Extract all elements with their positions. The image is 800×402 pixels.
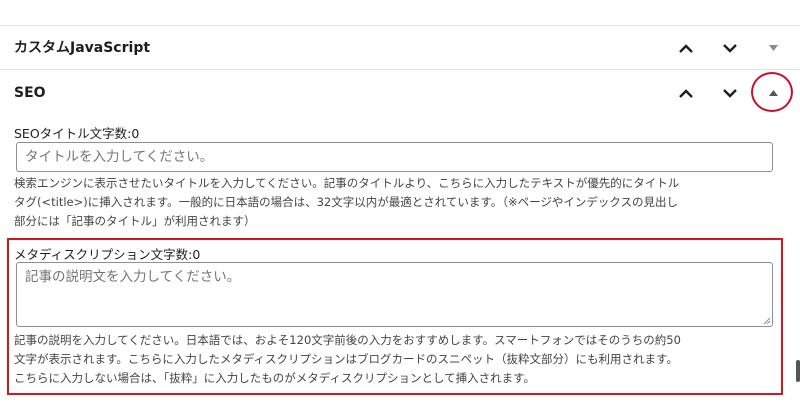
help-line: こちらに入力しない場合は、「抜粋」に入力したものがメタディスクリプションとして挿… — [14, 371, 535, 385]
panel-title-seo: SEO — [14, 85, 46, 101]
help-line: 記事の説明を入力してください。日本語では、およそ120文字前後の入力をおすすめし… — [14, 333, 681, 347]
meta-description-placeholder: 記事の説明文を入力してください。 — [25, 269, 241, 285]
seo-title-label: SEOタイトル文字数:0 — [14, 126, 140, 141]
chevron-down-icon — [723, 43, 737, 53]
move-down-button[interactable] — [715, 71, 745, 115]
chevron-down-icon — [723, 88, 737, 98]
move-up-button[interactable] — [671, 71, 701, 115]
panel-header-custom-javascript[interactable]: カスタムJavaScript — [0, 26, 800, 70]
meta-description-textarea[interactable]: 記事の説明文を入力してください。 — [16, 262, 773, 327]
resize-grip-icon[interactable] — [763, 317, 771, 325]
annotation-circle — [751, 72, 793, 112]
help-line: タグ(<title>)に挿入されます。一般的に日本語の場合は、32文字以内が最適… — [14, 195, 679, 209]
move-down-button[interactable] — [715, 26, 745, 70]
panel-title-custom-javascript: カスタムJavaScript — [14, 40, 151, 56]
panel-header-seo[interactable]: SEO — [0, 71, 800, 115]
move-up-button[interactable] — [671, 26, 701, 70]
post-editor-panels: カスタムJavaScript SEO SEOタイトル文字数:0 タイトルを入力し… — [0, 0, 800, 402]
meta-description-label: メタディスクリプション文字数:0 — [14, 247, 201, 262]
triangle-down-icon — [768, 45, 778, 51]
meta-description-help: 記事の説明を入力してください。日本語では、およそ120文字前後の入力をおすすめし… — [14, 331, 681, 388]
help-line: 検索エンジンに表示させたいタイトルを入力してください。記事のタイトルより、こちら… — [14, 176, 680, 190]
chevron-up-icon — [679, 88, 693, 98]
panel-toggle-button[interactable] — [758, 26, 788, 70]
scrollbar-thumb[interactable] — [796, 360, 800, 382]
previous-panel-edge — [0, 0, 800, 26]
seo-title-input[interactable]: タイトルを入力してください。 — [16, 142, 773, 172]
help-line: 文字が表示されます。こちらに入力したメタディスクリプションはブログカードのスニペ… — [14, 352, 678, 366]
seo-title-help: 検索エンジンに表示させたいタイトルを入力してください。記事のタイトルより、こちら… — [14, 174, 679, 231]
chevron-up-icon — [679, 43, 693, 53]
help-line: 部分には「記事のタイトル」が利用されます） — [14, 214, 256, 228]
